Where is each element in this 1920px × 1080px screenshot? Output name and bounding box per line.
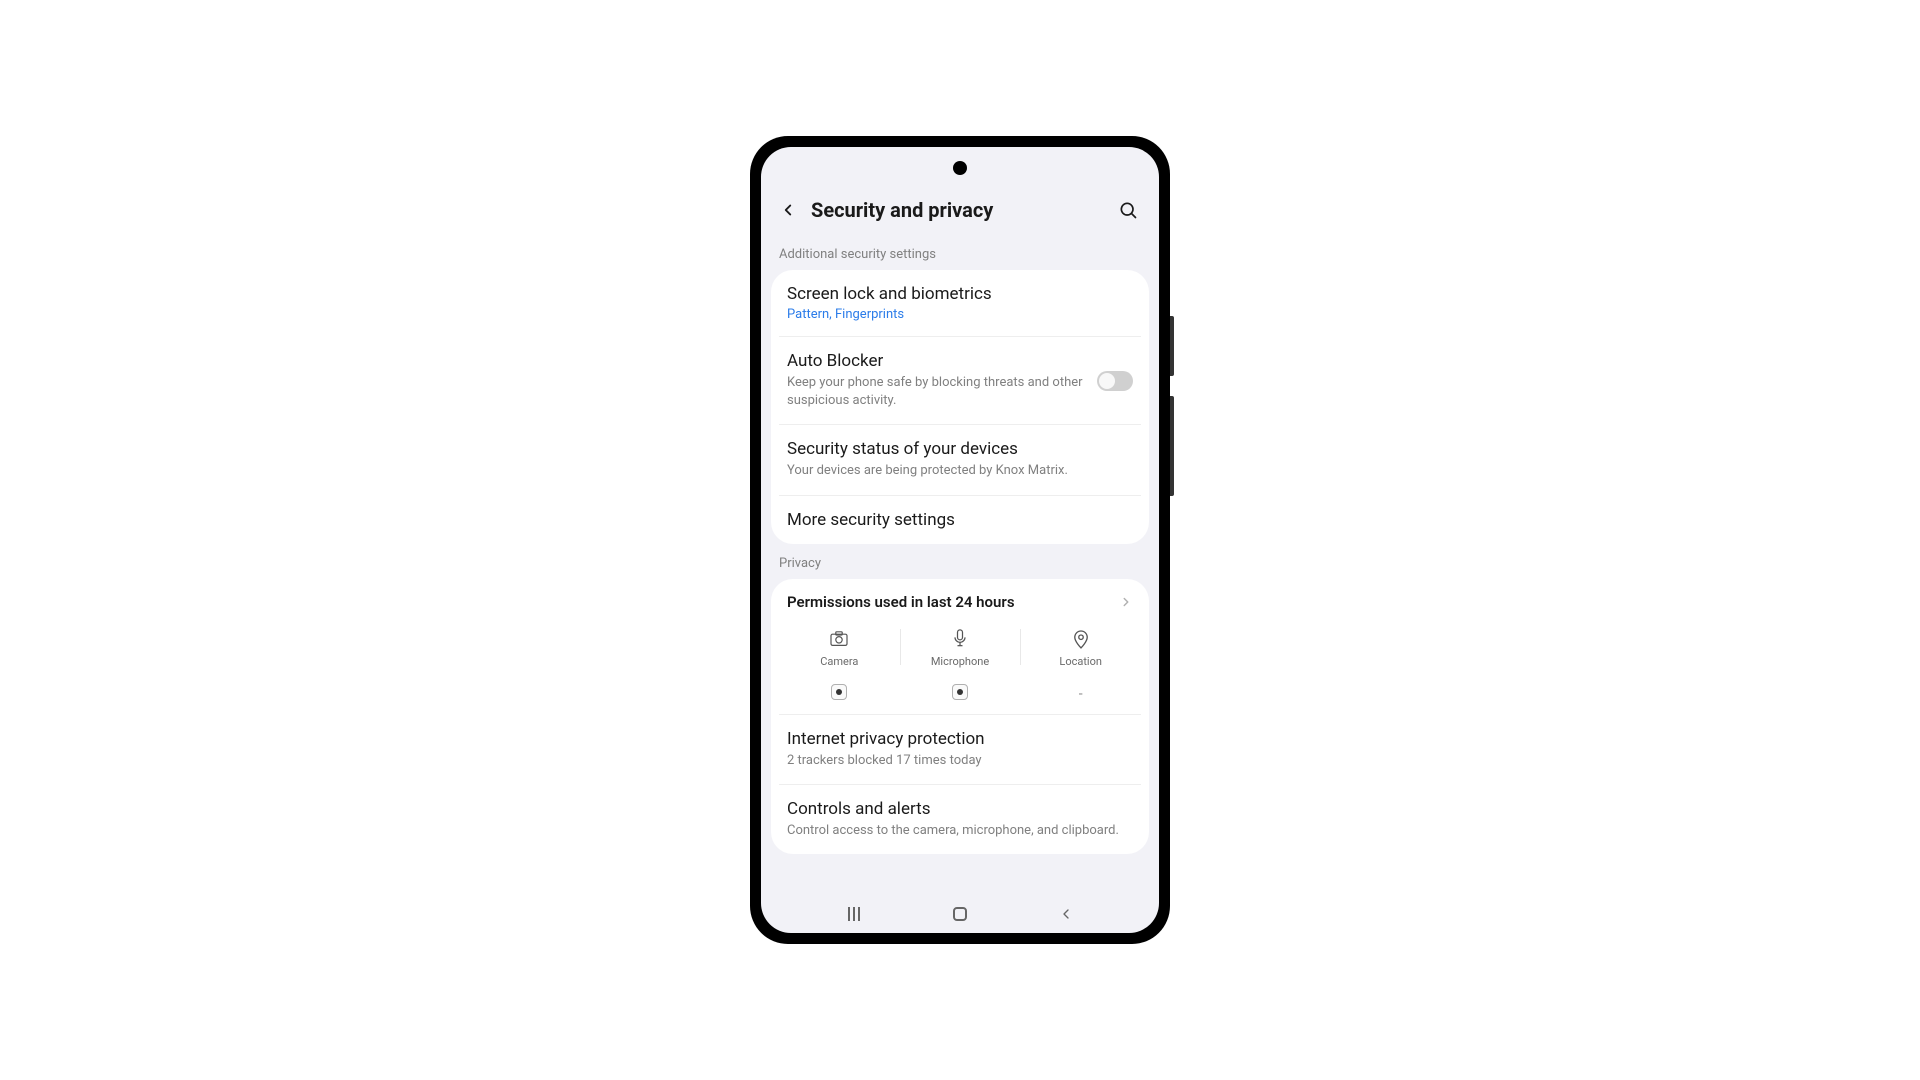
internet-privacy-row[interactable]: Internet privacy protection 2 trackers b… <box>779 714 1141 784</box>
navigation-bar <box>761 895 1159 933</box>
section-label-privacy: Privacy <box>761 544 1159 579</box>
screen: Security and privacy Additional security… <box>761 147 1159 933</box>
toggle-knob <box>1099 373 1115 389</box>
content-scroll[interactable]: Security and privacy Additional security… <box>761 185 1159 895</box>
chevron-left-icon <box>779 201 797 219</box>
nav-home-button[interactable] <box>948 902 972 926</box>
location-icon <box>1071 629 1091 649</box>
screen-lock-title: Screen lock and biometrics <box>787 284 1133 304</box>
back-button[interactable] <box>775 197 801 223</box>
search-button[interactable] <box>1115 197 1141 223</box>
permission-camera-label: Camera <box>820 655 858 668</box>
permissions-title: Permissions used in last 24 hours <box>787 593 1015 611</box>
page-title: Security and privacy <box>811 198 1115 222</box>
security-status-row[interactable]: Security status of your devices Your dev… <box>779 424 1141 494</box>
home-icon <box>953 907 967 921</box>
controls-alerts-row[interactable]: Controls and alerts Control access to th… <box>779 784 1141 854</box>
section-label-additional: Additional security settings <box>761 235 1159 270</box>
camera-punch-hole <box>953 161 967 175</box>
screen-lock-subtitle: Pattern, Fingerprints <box>787 307 1133 322</box>
camera-icon <box>829 629 849 649</box>
permission-location-value: - <box>1079 686 1083 702</box>
more-security-title: More security settings <box>787 510 1133 530</box>
auto-blocker-subtitle: Keep your phone safe by blocking threats… <box>787 374 1085 410</box>
permission-location-label: Location <box>1059 655 1102 668</box>
nav-recents-button[interactable] <box>842 902 866 926</box>
chevron-right-icon <box>1119 595 1133 609</box>
recents-icon <box>848 907 860 921</box>
internet-privacy-subtitle: 2 trackers blocked 17 times today <box>787 752 1133 770</box>
controls-alerts-subtitle: Control access to the camera, microphone… <box>787 822 1133 840</box>
additional-security-card: Screen lock and biometrics Pattern, Fing… <box>771 270 1149 544</box>
more-security-row[interactable]: More security settings <box>779 495 1141 544</box>
permission-location-col[interactable]: Location - <box>1020 629 1141 702</box>
permissions-grid: Camera Microphone <box>779 621 1141 714</box>
search-icon <box>1118 200 1138 220</box>
phone-frame: Security and privacy Additional security… <box>750 136 1170 944</box>
permission-camera-col[interactable]: Camera <box>779 629 900 702</box>
permission-microphone-app <box>952 684 968 700</box>
privacy-card: Permissions used in last 24 hours Camera <box>771 579 1149 854</box>
internet-privacy-title: Internet privacy protection <box>787 729 1133 749</box>
auto-blocker-row[interactable]: Auto Blocker Keep your phone safe by blo… <box>779 336 1141 424</box>
auto-blocker-toggle[interactable] <box>1097 371 1133 391</box>
permission-microphone-col[interactable]: Microphone <box>900 629 1021 702</box>
back-icon <box>1058 906 1074 922</box>
security-status-subtitle: Your devices are being protected by Knox… <box>787 462 1133 480</box>
security-status-title: Security status of your devices <box>787 439 1133 459</box>
permission-microphone-label: Microphone <box>931 655 989 668</box>
controls-alerts-title: Controls and alerts <box>787 799 1133 819</box>
nav-back-button[interactable] <box>1054 902 1078 926</box>
settings-header: Security and privacy <box>761 185 1159 235</box>
auto-blocker-title: Auto Blocker <box>787 351 1085 371</box>
screen-lock-row[interactable]: Screen lock and biometrics Pattern, Fing… <box>779 270 1141 336</box>
microphone-icon <box>950 629 970 649</box>
permissions-header-row[interactable]: Permissions used in last 24 hours <box>779 579 1141 621</box>
permission-camera-app <box>831 684 847 700</box>
phone-inner: Security and privacy Additional security… <box>758 144 1162 936</box>
